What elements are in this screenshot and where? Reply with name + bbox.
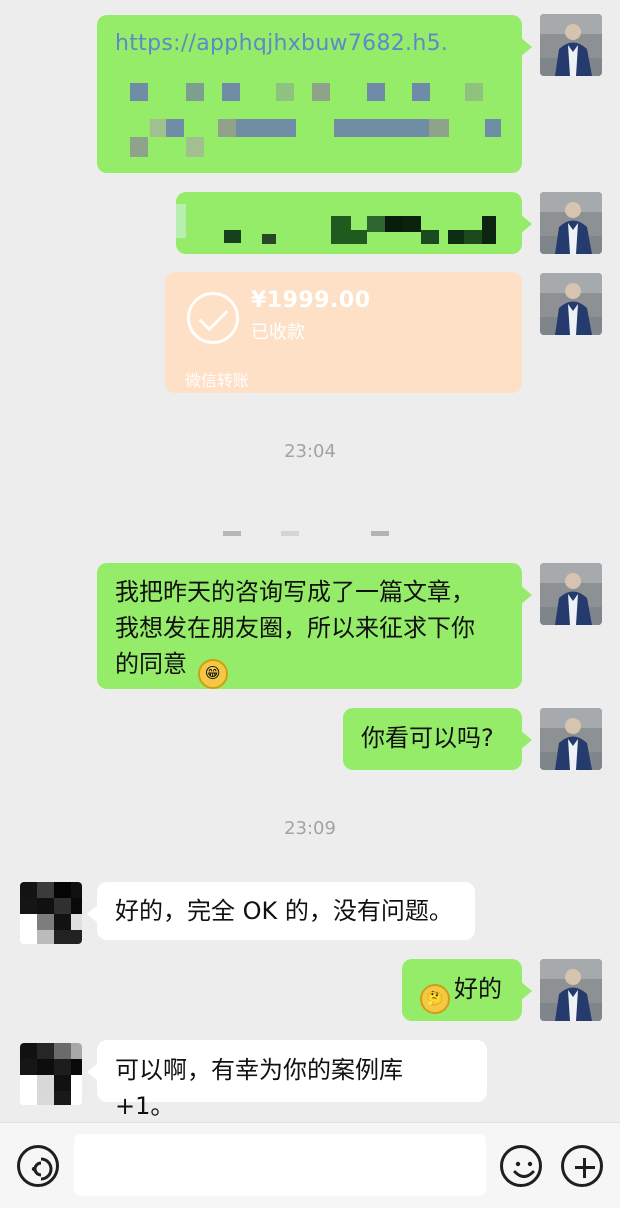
blur-block: [403, 216, 421, 232]
blur-block: [331, 216, 351, 244]
blur-block: [367, 83, 385, 101]
emoji-button[interactable]: [500, 1145, 542, 1187]
blur-block: [150, 119, 166, 137]
message-text: 好的，完全 OK 的，没有问题。: [115, 897, 453, 925]
avatar-image: [540, 708, 602, 770]
blur-block: [464, 230, 482, 244]
blur-block: [367, 216, 385, 232]
thinking-emoji-icon: 🤔: [420, 984, 450, 1014]
message-text: 你看可以吗?: [361, 724, 494, 752]
blur-block: [254, 119, 296, 137]
message-text: 可以啊，有幸为你的案例库 +1。: [115, 1056, 403, 1120]
avatar-image: [540, 959, 602, 1021]
link-message-bubble[interactable]: https://apphqjhxbuw7682.h5.: [97, 15, 532, 173]
avatar[interactable]: [20, 882, 82, 944]
transfer-status: 已收款: [251, 322, 305, 343]
blur-block: [222, 83, 240, 101]
blur-block: [186, 83, 204, 101]
blur-block: [385, 216, 403, 232]
blur-block: [482, 216, 496, 244]
avatar[interactable]: [540, 14, 602, 76]
link-text[interactable]: https://apphqjhxbuw7682.h5.: [115, 26, 448, 62]
message-text: 好的: [454, 975, 502, 1003]
blur-dash: [371, 531, 389, 536]
avatar[interactable]: [540, 192, 602, 254]
avatar-image: [540, 192, 602, 254]
message-line: 的同意: [115, 650, 187, 678]
blur-block: [351, 230, 367, 244]
message-line: 我想发在朋友圈，所以来征求下你: [115, 614, 475, 642]
timestamp: 23:09: [284, 818, 336, 839]
blur-block: [429, 119, 449, 137]
blur-block: [412, 83, 430, 101]
blurred-message-bubble[interactable]: [176, 192, 532, 254]
avatar-image: [540, 14, 602, 76]
transfer-amount: ¥1999.00: [251, 288, 371, 313]
consult-message-bubble[interactable]: 我把昨天的咨询写成了一篇文章， 我想发在朋友圈，所以来征求下你 的同意 😁: [97, 563, 532, 689]
blur-block: [130, 137, 148, 157]
pixelated-avatar: [20, 1043, 82, 1105]
transfer-card[interactable]: ¥1999.00 已收款 微信转账: [165, 272, 522, 393]
blur-block: [224, 230, 241, 243]
blur-block: [334, 119, 429, 137]
question-message-bubble[interactable]: 你看可以吗?: [343, 708, 532, 770]
input-bar: [0, 1122, 620, 1208]
blur-block: [485, 119, 501, 137]
avatar[interactable]: [540, 959, 602, 1021]
avatar-image: [540, 563, 602, 625]
blur-block: [276, 83, 294, 101]
avatar[interactable]: [540, 273, 602, 335]
check-icon: [187, 292, 239, 344]
timestamp: 23:04: [284, 441, 336, 462]
reply-message-bubble[interactable]: 可以啊，有幸为你的案例库 +1。: [87, 1040, 487, 1120]
blur-block: [262, 234, 276, 244]
reply-message-bubble[interactable]: 好的，完全 OK 的，没有问题。: [87, 882, 475, 940]
blur-block: [465, 83, 483, 101]
blur-block: [312, 83, 330, 101]
blur-block: [186, 137, 204, 157]
blur-block: [166, 119, 184, 137]
emoji-icon: [513, 1161, 535, 1178]
blur-dash: [223, 531, 241, 536]
grin-emoji-icon: 😁: [197, 658, 228, 689]
message-line-wrapper: 的同意 😁: [115, 646, 504, 689]
voice-button[interactable]: [17, 1145, 59, 1187]
blur-block: [236, 119, 254, 137]
avatar-image: [540, 273, 602, 335]
blur-block: [448, 230, 464, 244]
blur-dash: [281, 531, 299, 536]
blur-block: [130, 83, 148, 101]
ok-message-bubble[interactable]: 🤔 好的: [402, 959, 532, 1021]
avatar[interactable]: [20, 1043, 82, 1105]
message-input[interactable]: [74, 1134, 486, 1196]
voice-icon: [31, 1157, 53, 1181]
avatar[interactable]: [540, 563, 602, 625]
pixelated-avatar: [20, 882, 82, 944]
blur-block: [218, 119, 236, 137]
transfer-source: 微信转账: [185, 371, 250, 390]
plus-button[interactable]: [561, 1145, 603, 1187]
blur-block: [421, 230, 439, 244]
message-line: 我把昨天的咨询写成了一篇文章，: [115, 578, 475, 606]
avatar[interactable]: [540, 708, 602, 770]
plus-icon: [583, 1158, 586, 1178]
blur-block: [176, 204, 186, 238]
